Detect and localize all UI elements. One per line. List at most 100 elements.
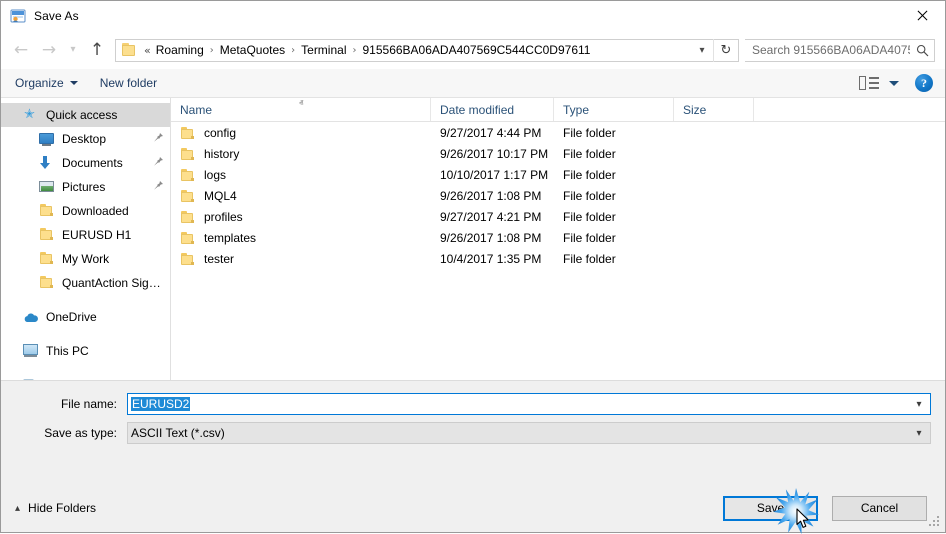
sidebar-item-label: Quick access <box>46 108 118 122</box>
save-as-type-value: ASCII Text (*.csv) <box>131 426 225 440</box>
new-folder-button[interactable]: New folder <box>100 76 157 90</box>
file-date-cell: 9/26/2017 10:17 PM <box>440 146 549 161</box>
view-options-chevron-icon[interactable] <box>889 80 899 86</box>
file-type-cell: File folder <box>563 188 616 203</box>
view-options-icon[interactable] <box>859 76 879 90</box>
refresh-icon[interactable]: ↻ <box>713 38 738 62</box>
chevron-up-icon: ▴ <box>15 502 21 514</box>
network-icon <box>23 377 39 380</box>
address-dropdown-icon[interactable]: ▾ <box>691 45 713 56</box>
file-name-cell: MQL4 <box>171 189 431 203</box>
sidebar-item-quantaction-signal[interactable]: QuantAction Signal <box>1 271 170 295</box>
back-arrow-icon[interactable]: ← <box>7 36 35 64</box>
table-row[interactable]: tester 10/4/2017 1:35 PM File folder <box>171 248 945 269</box>
file-name-input[interactable]: EURUSD2 ▾ <box>127 393 931 415</box>
file-date-cell: 9/26/2017 1:08 PM <box>440 188 542 203</box>
file-name-cell: history <box>171 147 431 161</box>
file-type-cell: File folder <box>563 125 616 140</box>
breadcrumb-item-terminal[interactable]: Terminal <box>299 43 348 57</box>
title-bar: Save As <box>1 1 945 31</box>
sidebar-item-quick-access[interactable]: ✭ Quick access <box>1 103 170 127</box>
help-icon[interactable]: ? <box>915 74 933 92</box>
file-name-cell: templates <box>171 231 431 245</box>
address-bar[interactable]: « Roaming › MetaQuotes › Terminal › 9155… <box>115 38 739 62</box>
close-button[interactable] <box>899 1 945 31</box>
table-row[interactable]: profiles 9/27/2017 4:21 PM File folder <box>171 206 945 227</box>
chevron-down-icon[interactable]: ▾ <box>908 399 930 410</box>
sidebar-item-eurusd-h1[interactable]: EURUSD H1 <box>1 223 170 247</box>
sidebar-item-downloaded[interactable]: Downloaded <box>1 199 170 223</box>
file-date-cell: 10/4/2017 1:35 PM <box>440 251 542 266</box>
up-arrow-icon[interactable]: ↑ <box>83 36 111 64</box>
pin-icon[interactable] <box>149 156 164 170</box>
folder-icon <box>180 147 196 161</box>
sidebar-item-label: EURUSD H1 <box>62 228 132 242</box>
file-name-label: config <box>204 125 237 140</box>
recent-locations-chevron-icon[interactable]: ▾ <box>63 36 83 64</box>
folder-icon <box>39 227 55 243</box>
column-header-size[interactable]: Size <box>674 98 754 121</box>
file-name-value[interactable]: EURUSD2 <box>128 397 908 411</box>
sidebar-item-desktop[interactable]: Desktop <box>1 127 170 151</box>
sidebar-item-label: Pictures <box>62 180 106 194</box>
file-name-row: File name: EURUSD2 ▾ <box>15 393 931 415</box>
column-header-type[interactable]: Type <box>554 98 674 121</box>
sidebar-item-label: Documents <box>62 156 123 170</box>
close-icon <box>916 10 928 22</box>
table-row[interactable]: history 9/26/2017 10:17 PM File folder <box>171 143 945 164</box>
navigation-pane: ✭ Quick access Desktop Documents Picture… <box>1 98 171 380</box>
file-type-cell: File folder <box>563 251 616 266</box>
sidebar-item-this-pc[interactable]: This PC <box>1 339 170 363</box>
pin-icon[interactable] <box>149 132 164 146</box>
this-pc-icon <box>23 343 39 359</box>
folder-icon <box>180 168 196 182</box>
column-header-name[interactable]: Name <box>171 98 431 121</box>
pin-icon[interactable] <box>149 180 164 194</box>
search-box[interactable]: Search 915566BA06ADA40756... <box>745 38 935 62</box>
chevron-down-icon <box>69 81 78 85</box>
table-row[interactable]: templates 9/26/2017 1:08 PM File folder <box>171 227 945 248</box>
breadcrumb-item-roaming[interactable]: Roaming <box>154 43 206 57</box>
resize-grip-icon[interactable] <box>929 516 941 528</box>
folder-icon <box>180 126 196 140</box>
search-icon[interactable] <box>910 44 934 57</box>
file-name-label: history <box>204 146 240 161</box>
cancel-button[interactable]: Cancel <box>832 495 927 521</box>
sidebar-item-network[interactable]: Network <box>1 373 170 380</box>
breadcrumb-separator[interactable]: › <box>206 45 218 56</box>
file-name-selected-text[interactable]: EURUSD2 <box>131 397 191 411</box>
table-row[interactable]: config 9/27/2017 4:44 PM File folder <box>171 122 945 143</box>
pictures-icon <box>39 179 55 195</box>
breadcrumb-item-terminal-id[interactable]: 915566BA06ADA407569C544CC0D97611 <box>361 43 593 57</box>
breadcrumb: « Roaming › MetaQuotes › Terminal › 9155… <box>143 43 691 57</box>
sidebar-item-my-work[interactable]: My Work <box>1 247 170 271</box>
folder-icon <box>180 189 196 203</box>
organize-button[interactable]: Organize <box>15 76 78 90</box>
sidebar-item-pictures[interactable]: Pictures <box>1 175 170 199</box>
breadcrumb-overflow[interactable]: « <box>143 44 154 57</box>
breadcrumb-item-metaquotes[interactable]: MetaQuotes <box>218 43 287 57</box>
folder-icon <box>180 231 196 245</box>
search-input[interactable]: Search 915566BA06ADA40756... <box>745 43 910 57</box>
file-name-label: File name: <box>60 397 117 411</box>
breadcrumb-separator[interactable]: › <box>287 45 299 56</box>
file-date-cell: 9/26/2017 1:08 PM <box>440 230 542 245</box>
save-as-type-select[interactable]: ASCII Text (*.csv) ▾ <box>127 422 931 444</box>
save-button[interactable]: Save <box>723 495 818 521</box>
folder-icon <box>39 251 55 267</box>
chevron-down-icon[interactable]: ▾ <box>908 428 930 439</box>
forward-arrow-icon[interactable]: → <box>35 36 63 64</box>
save-as-type-row: Save as type: ASCII Text (*.csv) ▾ <box>15 422 931 444</box>
breadcrumb-separator[interactable]: › <box>349 45 361 56</box>
table-row[interactable]: MQL4 9/26/2017 1:08 PM File folder <box>171 185 945 206</box>
desktop-monitor-icon <box>39 131 55 147</box>
folder-icon <box>180 210 196 224</box>
save-as-type-label: Save as type: <box>44 426 117 440</box>
table-row[interactable]: logs 10/10/2017 1:17 PM File folder <box>171 164 945 185</box>
sidebar-item-documents[interactable]: Documents <box>1 151 170 175</box>
file-type-cell: File folder <box>563 230 616 245</box>
file-name-cell: tester <box>171 252 431 266</box>
column-header-date-modified[interactable]: Date modified <box>431 98 554 121</box>
hide-folders-button[interactable]: ▴ Hide Folders <box>15 501 96 515</box>
sidebar-item-onedrive[interactable]: OneDrive <box>1 305 170 329</box>
